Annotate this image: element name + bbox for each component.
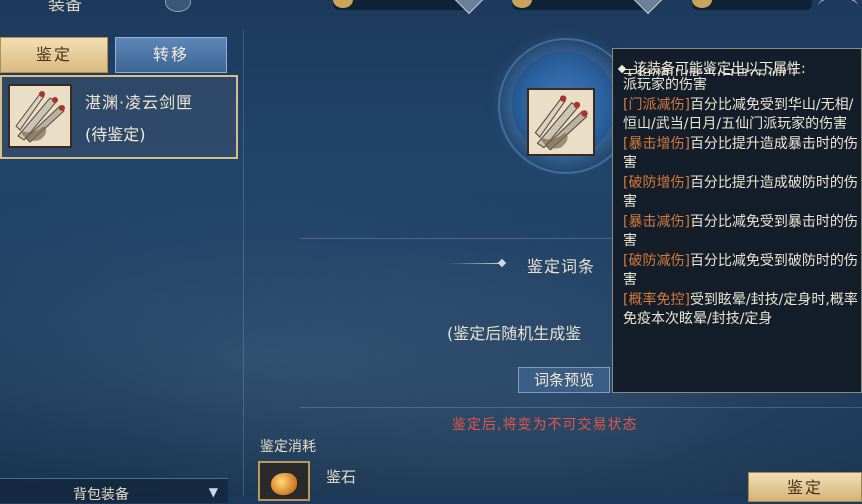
bag-filter-dropdown[interactable]: 背包装备 ▼ (0, 478, 228, 503)
bottom-divider (300, 407, 862, 408)
selected-equipment-icon (527, 88, 595, 156)
top-bar: 装备 (0, 0, 862, 15)
entry-title: 鉴定词条 (527, 257, 596, 276)
entry-tag: [暴击减伤] (623, 213, 690, 230)
equipment-status: (待鉴定) (85, 125, 146, 144)
coin-icon (692, 0, 712, 8)
equipment-name: 湛渊·凌云剑匣 (85, 93, 194, 112)
currency-coin (692, 0, 812, 10)
tooltip-entry: [破防减伤]百分比减免受到破防时的伤害 (623, 252, 859, 291)
tooltip-entry: [门派减伤]百分比减免受到华山/无相/恒山/武当/日月/五仙门派玩家的伤害 (623, 96, 859, 135)
add-silver-button[interactable] (633, 0, 663, 15)
page-title: 装备 (48, 0, 82, 15)
tooltip-entry: [暴击减伤]百分比减免受到暴击时的伤害 (623, 213, 859, 252)
help-icon[interactable] (165, 0, 191, 12)
entry-preview-button[interactable]: 词条预览 (518, 367, 610, 393)
tab-transfer[interactable]: 转移 (115, 37, 227, 73)
entry-title-line (448, 263, 504, 264)
attribute-tooltip: 该装备可能鉴定出以下属性: 无相/恒山/武当/日月/五仙门 派玩家的伤害 [门派… (612, 48, 862, 393)
identify-stone-slot[interactable] (258, 461, 310, 501)
silver-coin-icon (512, 0, 532, 8)
identify-stone-icon (271, 473, 297, 495)
tooltip-line: 派玩家的伤害 (623, 77, 707, 93)
entry-tag: [概率免控] (623, 291, 690, 308)
sword-case-icon (8, 84, 72, 148)
section-divider (300, 238, 620, 239)
panel-divider (243, 30, 244, 496)
trade-warning: 鉴定后,将变为不可交易状态 (452, 417, 638, 433)
equipment-card[interactable]: 湛渊·凌云剑匣 (待鉴定) (0, 75, 238, 159)
identify-button[interactable]: 鉴定 (748, 472, 862, 502)
tooltip-entry: [破防增伤]百分比提升造成破防时的伤害 (623, 174, 859, 213)
bag-filter-label: 背包装备 (73, 487, 129, 503)
stone-name: 鉴石 (326, 468, 357, 486)
entry-tag: [暴击增伤] (623, 135, 690, 152)
currency-gold (333, 0, 484, 15)
random-generate-note: (鉴定后随机生成鉴 (447, 324, 582, 343)
chevron-down-icon: ▼ (208, 485, 218, 499)
tooltip-partial-line: 无相/恒山/武当/日月/五仙门 (623, 68, 796, 76)
tooltip-entry: [暴击增伤]百分比提升造成暴击时的伤害 (623, 135, 859, 174)
ornament-icon (818, 0, 858, 16)
tooltip-entry: [概率免控]受到眩晕/封技/定身时,概率免疫本次眩晕/封技/定身 (623, 291, 859, 330)
entry-tag: [破防增伤] (623, 174, 690, 191)
entry-tag: [破防减伤] (623, 252, 690, 269)
entry-tag: [门派减伤] (623, 96, 690, 113)
tooltip-body: 无相/恒山/武当/日月/五仙门 派玩家的伤害 [门派减伤]百分比减免受到华山/无… (623, 68, 859, 330)
gold-coin-icon (333, 0, 353, 8)
cost-title: 鉴定消耗 (260, 439, 316, 455)
add-gold-button[interactable] (454, 0, 484, 15)
tab-identify[interactable]: 鉴定 (0, 37, 108, 73)
currency-silver (512, 0, 663, 15)
